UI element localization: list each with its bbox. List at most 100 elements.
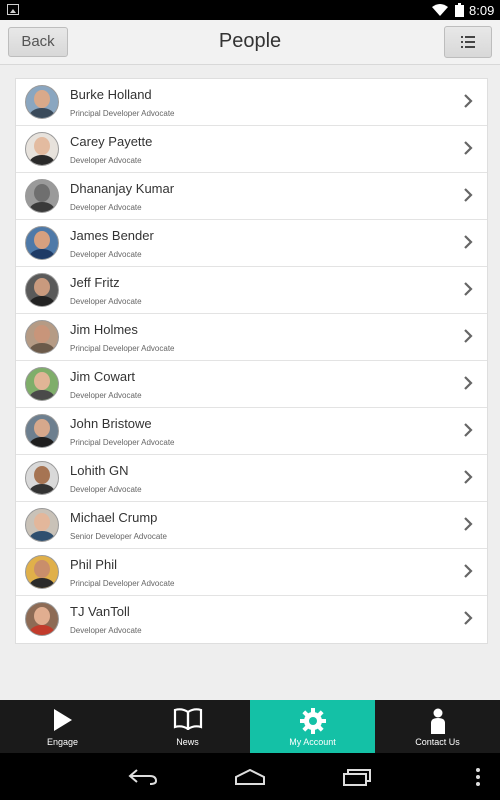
image-notification-icon: [7, 4, 19, 15]
avatar: [25, 320, 59, 354]
person-list-item[interactable]: Jeff Fritz Developer Advocate: [16, 267, 487, 314]
chevron-right-icon: [464, 564, 473, 578]
avatar-head: [34, 90, 50, 108]
chevron-right-icon: [464, 94, 473, 108]
person-role: Developer Advocate: [70, 297, 142, 306]
avatar-head: [34, 466, 50, 484]
person-list-item[interactable]: TJ VanToll Developer Advocate: [16, 596, 487, 643]
avatar: [25, 132, 59, 166]
person-role: Developer Advocate: [70, 250, 142, 259]
person-name: Jim Cowart: [70, 369, 136, 384]
person-name: John Bristowe: [70, 416, 152, 431]
avatar: [25, 555, 59, 589]
list-menu-button[interactable]: [444, 26, 492, 58]
back-nav-icon[interactable]: [128, 769, 158, 785]
gear-icon: [299, 708, 326, 734]
tab-label: News: [176, 737, 199, 747]
person-list-item[interactable]: John Bristowe Principal Developer Advocat…: [16, 408, 487, 455]
people-list: Burke Holland Principal Developer Advocat…: [15, 78, 488, 644]
person-icon: [430, 708, 445, 734]
avatar: [25, 179, 59, 213]
avatar: [25, 461, 59, 495]
avatar-head: [34, 607, 50, 625]
chevron-right-icon: [464, 470, 473, 484]
person-list-item[interactable]: Lohith GN Developer Advocate: [16, 455, 487, 502]
person-role: Developer Advocate: [70, 626, 142, 635]
system-navigation-bar: [0, 753, 500, 800]
chevron-right-icon: [464, 235, 473, 249]
person-name: Michael Crump: [70, 510, 158, 525]
person-list-item[interactable]: Jim Cowart Developer Advocate: [16, 361, 487, 408]
person-name: Phil Phil: [70, 557, 117, 572]
recent-apps-icon[interactable]: [342, 768, 372, 786]
avatar-shoulders: [29, 578, 55, 588]
status-time: 8:09: [469, 3, 495, 18]
chevron-right-icon: [464, 423, 473, 437]
avatar-head: [34, 231, 50, 249]
avatar-head: [34, 137, 50, 155]
tab-my-account[interactable]: My Account: [250, 700, 375, 753]
avatar-head: [34, 325, 50, 343]
person-name: Jim Holmes: [70, 322, 138, 337]
tab-label: Engage: [46, 737, 79, 747]
chevron-right-icon: [464, 376, 473, 390]
avatar: [25, 414, 59, 448]
battery-icon: [455, 3, 464, 17]
person-role: Principal Developer Advocate: [70, 344, 175, 353]
person-list-item[interactable]: Phil Phil Principal Developer Advocate: [16, 549, 487, 596]
avatar: [25, 85, 59, 119]
play-icon: [53, 709, 72, 731]
person-role: Developer Advocate: [70, 391, 142, 400]
list-icon: [461, 36, 475, 48]
person-list-item[interactable]: Michael Crump Senior Developer Advocate: [16, 502, 487, 549]
wifi-icon: [432, 4, 448, 16]
person-role: Developer Advocate: [70, 203, 142, 212]
person-name: Dhananjay Kumar: [70, 181, 175, 196]
chevron-right-icon: [464, 517, 473, 531]
avatar-shoulders: [29, 249, 55, 259]
person-list-item[interactable]: Dhananjay Kumar Developer Advocate: [16, 173, 487, 220]
chevron-right-icon: [464, 611, 473, 625]
person-role: Senior Developer Advocate: [70, 532, 167, 541]
page-title: People: [218, 30, 282, 52]
person-name: Jeff Fritz: [70, 275, 120, 290]
person-name: TJ VanToll: [70, 604, 130, 619]
person-name: James Bender: [70, 228, 154, 243]
avatar-shoulders: [29, 484, 55, 494]
tab-news[interactable]: News: [125, 700, 250, 753]
person-list-item[interactable]: Carey Payette Developer Advocate: [16, 126, 487, 173]
avatar-head: [34, 372, 50, 390]
avatar-head: [34, 184, 50, 202]
person-list-item[interactable]: Jim Holmes Principal Developer Advocate: [16, 314, 487, 361]
chevron-right-icon: [464, 188, 473, 202]
home-nav-icon[interactable]: [234, 769, 266, 785]
avatar: [25, 508, 59, 542]
avatar-head: [34, 419, 50, 437]
avatar-head: [34, 278, 50, 296]
person-name: Lohith GN: [70, 463, 129, 478]
avatar: [25, 367, 59, 401]
overflow-menu-icon[interactable]: [475, 768, 481, 786]
avatar: [25, 273, 59, 307]
tab-bar: Engage News My Account Contact Us: [0, 700, 500, 753]
avatar-shoulders: [29, 155, 55, 165]
navigation-bar: Back People: [0, 20, 500, 65]
avatar-shoulders: [29, 390, 55, 400]
avatar-head: [34, 513, 50, 531]
avatar-shoulders: [29, 108, 55, 118]
tab-engage[interactable]: Engage: [0, 700, 125, 753]
tab-label: Contact Us: [415, 737, 460, 747]
avatar-shoulders: [29, 625, 55, 635]
avatar-shoulders: [29, 437, 55, 447]
person-list-item[interactable]: James Bender Developer Advocate: [16, 220, 487, 267]
avatar-shoulders: [29, 202, 55, 212]
status-bar: 8:09: [0, 0, 500, 20]
person-list-item[interactable]: Burke Holland Principal Developer Advocat…: [16, 79, 487, 126]
avatar: [25, 226, 59, 260]
person-role: Principal Developer Advocate: [70, 109, 175, 118]
tab-contact-us[interactable]: Contact Us: [375, 700, 500, 753]
person-role: Principal Developer Advocate: [70, 438, 175, 447]
avatar-head: [34, 560, 50, 578]
avatar-shoulders: [29, 531, 55, 541]
person-role: Developer Advocate: [70, 485, 142, 494]
